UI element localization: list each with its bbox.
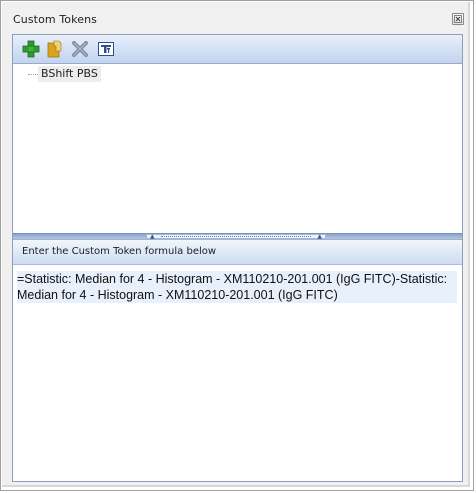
text-format-icon [98,42,114,56]
token-tree[interactable]: BShift PBS [13,64,462,233]
tree-item[interactable]: BShift PBS [38,66,101,82]
plus-icon [22,40,40,58]
formula-editor[interactable]: =Statistic: Median for 4 - Histogram - X… [13,265,462,481]
folder-icon [47,40,62,58]
custom-tokens-window: Custom Tokens BShift PBS ▲ ▲ Enter the C… [0,0,474,491]
delete-x-icon [72,41,88,57]
open-token-button[interactable] [45,39,65,59]
tree-connector [28,74,38,75]
close-button[interactable] [452,13,464,25]
toolbar [13,35,462,64]
title-bar[interactable]: Custom Tokens [2,2,468,32]
window-title: Custom Tokens [13,13,97,26]
formula-header: Enter the Custom Token formula below [13,240,462,265]
custom-token-panel: BShift PBS ▲ ▲ Enter the Custom Token fo… [12,34,463,482]
text-format-button[interactable] [96,39,116,59]
formula-header-label: Enter the Custom Token formula below [22,246,217,257]
splitter-bar[interactable]: ▲ ▲ [13,233,462,240]
close-icon [454,15,462,23]
add-token-button[interactable] [21,39,41,59]
grip-dots [161,236,311,237]
formula-text[interactable]: =Statistic: Median for 4 - Histogram - X… [17,271,457,303]
splitter-grip[interactable]: ▲ ▲ [146,234,326,240]
delete-token-button[interactable] [70,39,90,59]
